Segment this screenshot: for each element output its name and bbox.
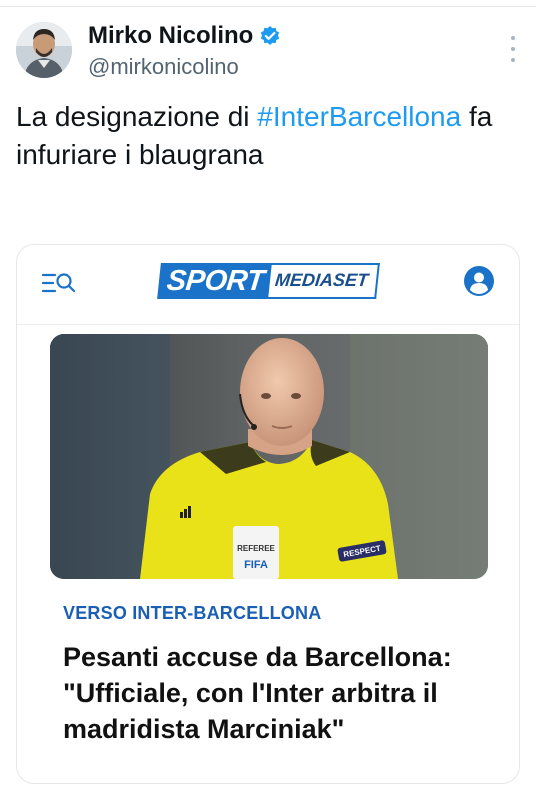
logo-sport-text: SPORT	[157, 263, 272, 299]
display-name[interactable]: Mirko Nicolino	[88, 22, 253, 50]
handle[interactable]: @mirkonicolino	[88, 54, 281, 80]
badge-fifa-text: FIFA	[244, 559, 268, 571]
logo-mediaset-text: MEDIASET	[266, 263, 380, 299]
top-divider	[0, 6, 536, 7]
badge-referee-text: REFEREE	[237, 544, 275, 553]
card-nav-bar: SPORT MEDIASET	[17, 245, 519, 325]
tweet-text-before: La designazione di	[16, 101, 258, 132]
more-options-icon[interactable]	[510, 36, 516, 62]
menu-search-icon[interactable]	[41, 269, 77, 299]
sport-mediaset-logo[interactable]: SPORT MEDIASET	[157, 263, 380, 299]
user-account-icon[interactable]	[463, 265, 495, 297]
avatar[interactable]	[16, 22, 72, 78]
article-headline[interactable]: Pesanti accuse da Barcellona: "Ufficiale…	[63, 639, 483, 747]
link-preview-card[interactable]: SPORT MEDIASET REFEREE FIFA RESPECT VERS…	[16, 244, 520, 784]
article-kicker[interactable]: VERSO INTER-BARCELLONA	[63, 603, 321, 624]
author-names: Mirko Nicolino @mirkonicolino	[88, 22, 281, 80]
tweet-text: La designazione di #InterBarcellona fa i…	[16, 98, 516, 174]
verified-badge-icon	[259, 25, 281, 47]
tweet-header: Mirko Nicolino @mirkonicolino	[16, 22, 520, 82]
article-hero-image[interactable]: REFEREE FIFA RESPECT	[50, 334, 488, 579]
hashtag-link[interactable]: #InterBarcellona	[257, 101, 461, 132]
